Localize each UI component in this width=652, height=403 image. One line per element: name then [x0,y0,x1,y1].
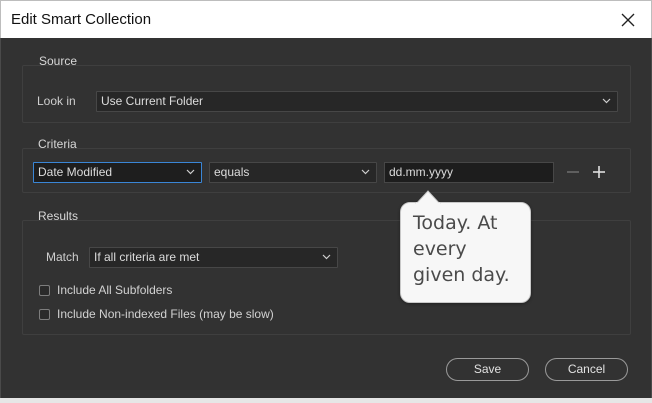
add-criteria-button[interactable] [592,165,606,179]
bottom-strip [0,398,652,403]
include-nonindexed-label: Include Non-indexed Files (may be slow) [57,307,274,321]
criteria-operator-value: equals [214,165,250,179]
look-in-label: Look in [37,94,76,108]
dialog-body: Source Look in Use Current Folder Criter… [0,38,652,399]
criteria-value-input[interactable]: dd.mm.yyyy [384,162,554,183]
tooltip-text: Today. At every given day. [413,212,510,286]
criteria-value-text: dd.mm.yyyy [389,165,454,179]
close-icon [621,13,635,26]
chevron-down-icon [186,169,195,175]
source-group: Source Look in Use Current Folder [22,54,631,123]
match-value: If all criteria are met [94,250,200,264]
match-label: Match [46,250,79,264]
criteria-group-label: Criteria [38,137,77,151]
minus-icon [567,171,579,173]
chevron-down-icon [361,169,370,175]
include-nonindexed-checkbox[interactable]: Include Non-indexed Files (may be slow) [39,306,274,322]
remove-criteria-button[interactable] [566,165,580,179]
results-group-label: Results [38,209,79,223]
source-group-label: Source [39,54,78,68]
tooltip-tail [415,190,441,204]
close-button[interactable] [605,1,651,38]
look-in-value: Use Current Folder [101,94,204,108]
window-title: Edit Smart Collection [11,11,152,28]
save-button[interactable]: Save [446,358,529,381]
include-subfolders-label: Include All Subfolders [57,283,173,297]
chevron-down-icon [322,254,331,260]
criteria-field-value: Date Modified [38,165,113,179]
checkbox-box[interactable] [39,308,50,320]
results-group: Results Match If all criteria are met In… [22,209,631,335]
plus-icon [593,166,605,178]
criteria-group: Criteria Date Modified equals dd.mm.yyyy [22,137,631,193]
look-in-select[interactable]: Use Current Folder [96,91,618,112]
chevron-down-icon [602,98,611,104]
tooltip-callout: Today. At every given day. [400,190,531,303]
match-select[interactable]: If all criteria are met [89,247,338,268]
cancel-button[interactable]: Cancel [545,358,628,381]
checkbox-box[interactable] [39,284,50,296]
criteria-field-select[interactable]: Date Modified [33,162,202,183]
title-bar: Edit Smart Collection [0,0,652,38]
include-subfolders-checkbox[interactable]: Include All Subfolders [39,282,172,298]
criteria-operator-select[interactable]: equals [209,162,377,183]
